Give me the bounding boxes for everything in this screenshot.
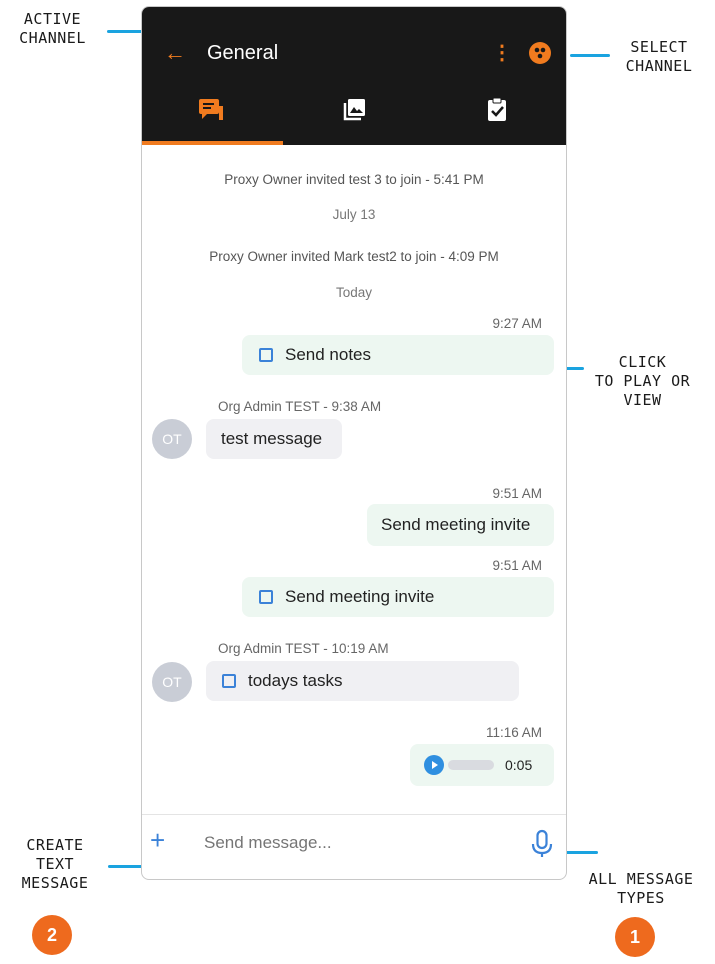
tab-gallery[interactable]	[340, 95, 370, 125]
add-icon[interactable]: +	[150, 825, 165, 856]
audio-duration: 0:05	[505, 757, 533, 773]
checkbox-icon[interactable]	[259, 348, 273, 362]
callout-active-channel: ACTIVE CHANNEL	[19, 10, 86, 47]
task-message-bubble[interactable]: Send meeting invite	[242, 577, 554, 617]
chat-icon	[199, 99, 223, 120]
task-message-bubble[interactable]: Send notes	[242, 335, 554, 375]
message-timestamp: 11:16 AM	[485, 725, 542, 740]
message-timestamp: 9:27 AM	[492, 316, 542, 331]
more-menu-icon[interactable]: ⋮	[492, 40, 512, 65]
clipboard-check-icon	[488, 97, 506, 121]
message-input[interactable]	[202, 832, 506, 854]
select-channel-icon[interactable]	[529, 42, 551, 64]
active-tab-indicator	[142, 141, 283, 145]
message-timestamp: 9:51 AM	[492, 486, 542, 501]
gallery-icon	[343, 99, 365, 121]
checkbox-icon[interactable]	[222, 674, 236, 688]
system-message: Proxy Owner invited test 3 to join - 5:4…	[224, 172, 484, 187]
tab-chat[interactable]	[197, 95, 227, 125]
back-arrow-icon[interactable]: ←	[164, 40, 186, 66]
message-text: todays tasks	[248, 671, 343, 690]
chat-screen: ← General ⋮ Proxy Owner invited test 3 t…	[141, 6, 567, 880]
message-bubble[interactable]: test message	[206, 419, 342, 459]
message-text: Send meeting invite	[381, 515, 531, 534]
message-sender: Org Admin TEST - 10:19 AM	[218, 641, 389, 656]
callout-select-channel: SELECT CHANNEL	[625, 38, 693, 75]
task-message-bubble[interactable]: todays tasks	[206, 661, 519, 701]
header-bar: ← General ⋮	[142, 7, 566, 145]
audio-progress-track[interactable]	[448, 760, 494, 770]
message-timestamp: 9:51 AM	[492, 558, 542, 573]
message-text: Send meeting invite	[285, 587, 435, 606]
avatar: OT	[152, 419, 192, 459]
callout-create-text: CREATE TEXT MESSAGE	[21, 836, 89, 892]
system-message: Proxy Owner invited Mark test2 to join -…	[209, 249, 499, 264]
callout-all-types: ALL MESSAGE TYPES	[588, 870, 694, 907]
message-sender: Org Admin TEST - 9:38 AM	[218, 399, 382, 414]
badge-step-1: 1	[615, 917, 655, 957]
message-text: Send notes	[285, 345, 372, 364]
checkbox-icon[interactable]	[259, 590, 273, 604]
callout-click-to-play: CLICK TO PLAY OR VIEW	[594, 353, 691, 409]
callout-line-select	[570, 54, 610, 57]
audio-message-bubble[interactable]: 0:05	[410, 744, 554, 786]
badge-step-2: 2	[32, 915, 72, 955]
message-bubble[interactable]: Send meeting invite	[367, 504, 554, 546]
message-text: test message	[221, 429, 323, 448]
play-icon[interactable]	[424, 755, 444, 775]
channel-title: General	[207, 42, 279, 64]
date-separator: July 13	[332, 207, 376, 222]
microphone-icon[interactable]	[529, 829, 555, 859]
avatar: OT	[152, 662, 192, 702]
date-separator: Today	[335, 285, 373, 300]
tab-tasks[interactable]	[482, 95, 512, 125]
message-composer: +	[142, 814, 566, 879]
